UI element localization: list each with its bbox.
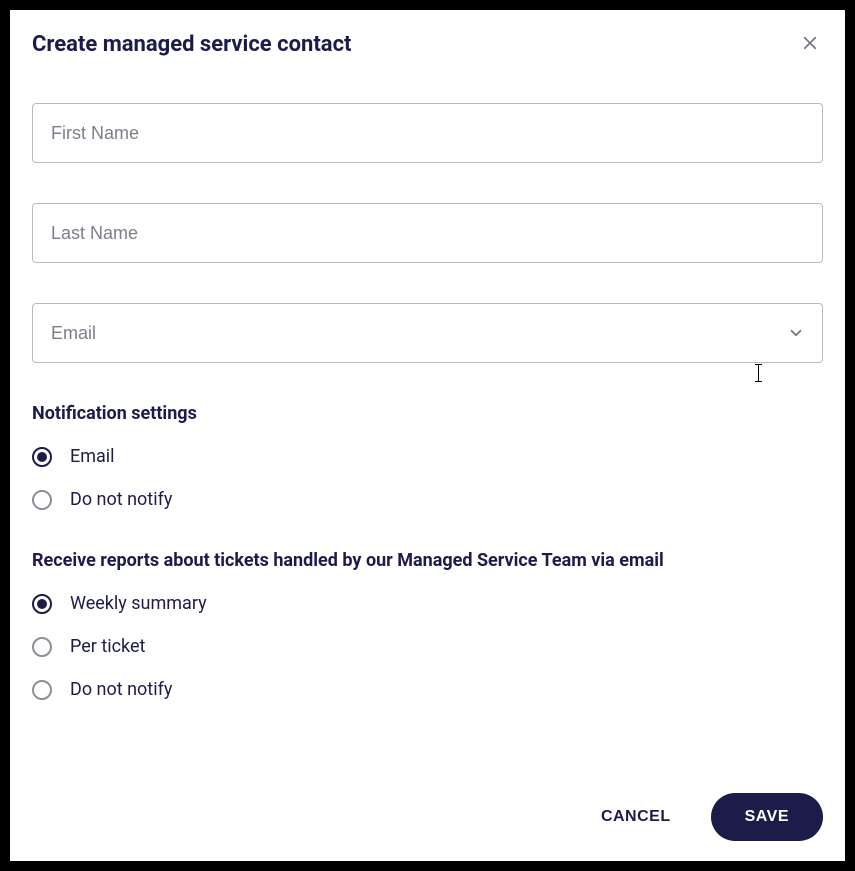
radio-label: Do not notify xyxy=(70,679,172,700)
radio-icon xyxy=(32,490,52,510)
notification-radio-do-not-notify[interactable]: Do not notify xyxy=(32,489,823,510)
email-input[interactable] xyxy=(32,303,823,363)
form-body: Notification settings Email Do not notif… xyxy=(32,103,823,773)
reports-section: Receive reports about tickets handled by… xyxy=(32,550,823,700)
notification-section: Notification settings Email Do not notif… xyxy=(32,403,823,510)
dialog-title: Create managed service contact xyxy=(32,32,351,57)
radio-icon xyxy=(32,680,52,700)
last-name-input[interactable] xyxy=(32,203,823,263)
radio-label: Do not notify xyxy=(70,489,172,510)
create-contact-dialog: Create managed service contact xyxy=(10,10,845,861)
radio-icon xyxy=(32,447,52,467)
radio-label: Weekly summary xyxy=(70,593,207,614)
radio-label: Per ticket xyxy=(70,636,145,657)
cancel-button[interactable]: CANCEL xyxy=(601,808,671,826)
reports-title: Receive reports about tickets handled by… xyxy=(32,550,823,571)
first-name-input[interactable] xyxy=(32,103,823,163)
save-button[interactable]: SAVE xyxy=(711,793,823,841)
notification-title: Notification settings xyxy=(32,403,823,424)
notification-radio-email[interactable]: Email xyxy=(32,446,823,467)
reports-radio-weekly[interactable]: Weekly summary xyxy=(32,593,823,614)
radio-icon xyxy=(32,637,52,657)
last-name-field xyxy=(32,203,823,263)
email-field xyxy=(32,303,823,363)
reports-radio-do-not-notify[interactable]: Do not notify xyxy=(32,679,823,700)
radio-icon xyxy=(32,594,52,614)
first-name-field xyxy=(32,103,823,163)
reports-radio-per-ticket[interactable]: Per ticket xyxy=(32,636,823,657)
dialog-footer: CANCEL SAVE xyxy=(32,773,823,841)
dialog-header: Create managed service contact xyxy=(32,30,823,59)
radio-label: Email xyxy=(70,446,115,467)
close-icon xyxy=(801,34,819,55)
close-button[interactable] xyxy=(797,30,823,59)
